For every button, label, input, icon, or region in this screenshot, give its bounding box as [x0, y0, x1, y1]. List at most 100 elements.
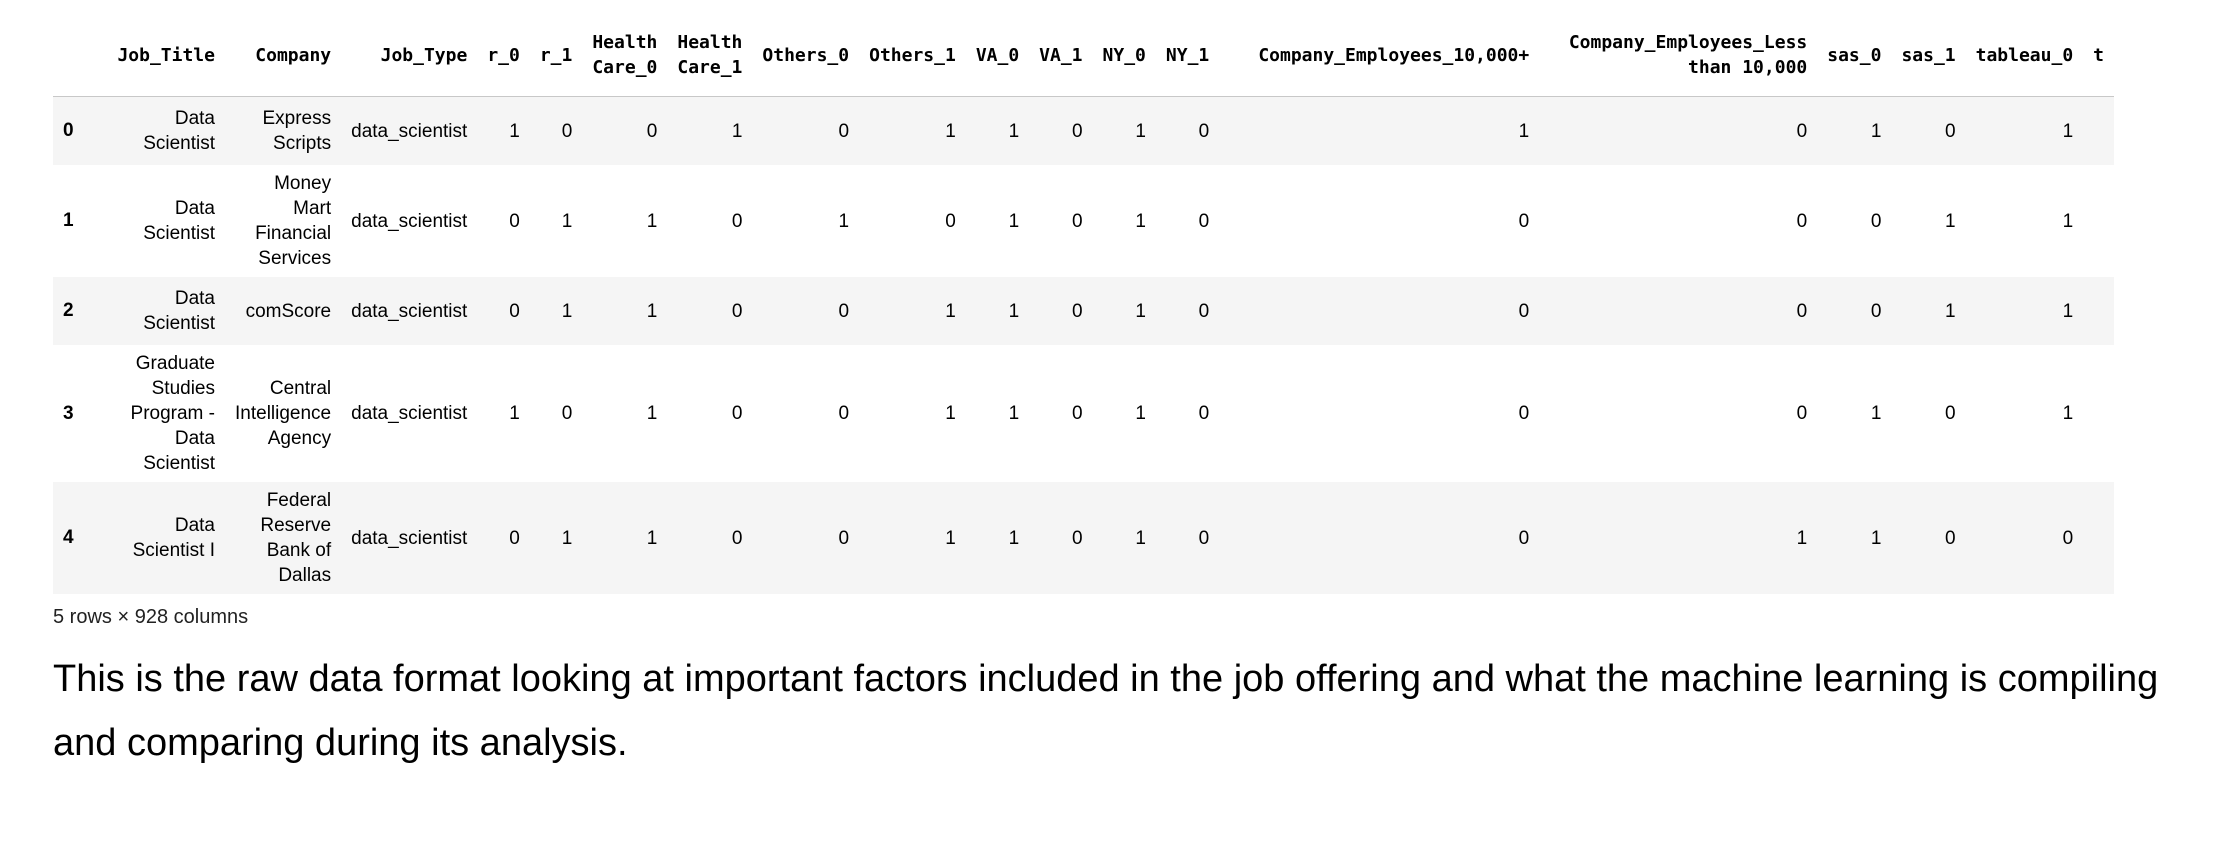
- table-cell: 0: [2062, 527, 2074, 549]
- table-row: 0 Data Scientist Express Scripts data_scien…: [53, 96, 2115, 166]
- table-cell: [2083, 277, 2114, 345]
- table-cell: 0: [561, 403, 573, 424]
- table-cell: Central Intelligence Agency: [235, 378, 332, 449]
- table-cell: 1: [561, 527, 573, 549]
- table-cell: 1: [1135, 403, 1146, 424]
- table-cell: data_scientist: [351, 210, 468, 232]
- table-cell: 0: [1198, 120, 1210, 142]
- table-cell: Express Scripts: [262, 108, 332, 154]
- column-header: sas_0: [1817, 14, 1892, 97]
- column-header: t: [2083, 14, 2115, 97]
- column-header: VA_1: [1029, 14, 1093, 97]
- table-cell: 0: [1518, 527, 1530, 549]
- table-cell: 0: [1945, 527, 1956, 549]
- column-header: Company_Employees_10,000+: [1219, 14, 1540, 97]
- table-cell: 0: [838, 403, 850, 424]
- column-header: Others_0: [752, 14, 860, 97]
- table-cell: 0: [1071, 300, 1083, 322]
- table-cell: 0: [1198, 403, 1210, 424]
- document: Job_Title Company Job_Type r_0 r_1 Health Care…: [53, 0, 2193, 775]
- shape-info: 5 rows × 928 columns: [53, 606, 249, 628]
- table-cell: 1: [2062, 300, 2074, 322]
- table-cell: [2083, 97, 2114, 166]
- table-cell: 0: [945, 210, 956, 232]
- table-cell: 1: [1945, 210, 1956, 232]
- table-cell: 0: [1796, 403, 1808, 424]
- table-cell: 0: [509, 210, 520, 232]
- column-header: Company_Employees_Less than 10,000: [1539, 14, 1818, 97]
- table-cell: 1: [945, 403, 956, 424]
- table-cell: 0: [1071, 527, 1083, 549]
- table-cell: 1: [1870, 120, 1882, 142]
- table-cell: Graduate Studies Program - Data Scientis…: [130, 353, 215, 474]
- table-cell: 0: [838, 120, 850, 142]
- table-cell: 1: [1008, 210, 1020, 232]
- table-cell: 1: [1945, 300, 1956, 322]
- table-cell: 0: [509, 527, 520, 549]
- table-cell: 0: [509, 300, 520, 322]
- table-cell: 0: [1518, 210, 1530, 232]
- table-header: Job_Title Company Job_Type r_0 r_1 Health Care…: [53, 14, 2115, 97]
- table-row: 1 Data Scientist Money Mart Financial Serv…: [53, 165, 2114, 277]
- table-cell: 0: [1518, 403, 1530, 424]
- table-cell: 1: [945, 527, 956, 549]
- table-cell: 0: [838, 527, 850, 549]
- table-cell: 0: [561, 120, 573, 142]
- table-cell: 1: [2062, 210, 2074, 232]
- table-cell: 1: [1008, 403, 1020, 424]
- table-cell: 0: [1796, 120, 1808, 142]
- table-cell: 1: [2062, 403, 2074, 424]
- column-header: Company: [225, 14, 342, 97]
- table-cell: 0: [1870, 210, 1882, 232]
- table-cell: Data Scientist: [143, 198, 215, 244]
- table-cell: 0: [1071, 403, 1083, 424]
- column-header: tableau_0: [1965, 14, 2084, 97]
- table-cell: comScore: [245, 300, 332, 322]
- table-cell: data_scientist: [351, 527, 468, 549]
- table-cell: 0: [1870, 300, 1882, 322]
- table-cell: 1: [1008, 300, 1020, 322]
- table-cell: [2083, 165, 2114, 277]
- table-cell: 0: [731, 403, 743, 424]
- table-cell: [2083, 345, 2114, 482]
- table-cell: 1: [1518, 120, 1530, 142]
- table-cell: 0: [1198, 210, 1210, 232]
- dataframe-container: Job_Title Company Job_Type r_0 r_1 Health Care…: [53, 14, 2171, 594]
- row-index: 4: [63, 527, 74, 548]
- table-cell: 0: [1071, 210, 1083, 232]
- table-cell: Data Scientist: [143, 108, 215, 154]
- table-cell: 1: [1135, 210, 1146, 232]
- dataframe-table: Job_Title Company Job_Type r_0 r_1 Health Care…: [53, 14, 2115, 594]
- table-cell: 1: [1008, 527, 1020, 549]
- table-cell: 1: [731, 120, 743, 142]
- table-cell: 1: [1135, 527, 1146, 549]
- table-cell: 0: [1945, 403, 1956, 424]
- table-cell: 1: [945, 120, 956, 142]
- table-cell: Money Mart Financial Services: [255, 173, 332, 269]
- column-header: r_1: [529, 14, 583, 97]
- table-row: 3 Graduate Studies Program - Data Scienti…: [53, 345, 2114, 482]
- table-cell: 0: [1071, 120, 1083, 142]
- table-cell: 1: [561, 300, 573, 322]
- table-cell: 1: [646, 527, 658, 549]
- table-cell: 0: [838, 300, 850, 322]
- caption-text: This is the raw data format looking at i…: [53, 658, 2159, 764]
- table-cell: [2083, 482, 2114, 594]
- table-cell: data_scientist: [351, 120, 468, 142]
- table-row: 2 Data Scientist comScore data_scientist 0 1 1…: [53, 277, 2115, 345]
- table-cell: 1: [646, 403, 658, 424]
- table-cell: Federal Reserve Bank of Dallas: [260, 490, 332, 586]
- row-index: 0: [63, 120, 74, 141]
- column-header: VA_0: [965, 14, 1030, 97]
- table-row: 4 Data Scientist I Federal Reserve Bank of…: [53, 482, 2115, 594]
- table-cell: 1: [646, 210, 658, 232]
- table-cell: 0: [1796, 300, 1808, 322]
- table-cell: 1: [1135, 300, 1146, 322]
- table-cell: Data Scientist I: [132, 515, 215, 561]
- table-cell: data_scientist: [351, 300, 468, 322]
- table-cell: 1: [1008, 120, 1020, 142]
- table-cell: data_scientist: [351, 403, 468, 424]
- table-cell: 1: [1796, 527, 1808, 549]
- column-header: Job_Title: [95, 14, 225, 97]
- column-header: Health Care_0: [582, 14, 668, 97]
